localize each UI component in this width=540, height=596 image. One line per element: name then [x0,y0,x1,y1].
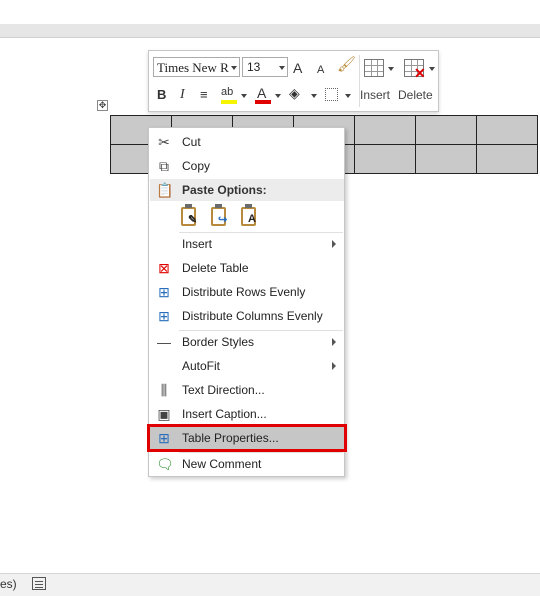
table-cell[interactable] [476,144,538,174]
font-color-icon[interactable]: A [257,85,266,101]
proofing-icon[interactable] [32,577,46,590]
font-color-swatch [255,100,271,104]
insert-caption-icon: ▣ [157,406,171,422]
distribute-rows-icon: ⊞ [158,284,170,300]
scissors-icon: ✂ [158,134,170,150]
paste-options-label: Paste Options: [182,183,267,197]
menu-item-label: Insert Caption... [182,407,267,421]
chevron-down-icon[interactable] [279,66,285,70]
menu-item-copy[interactable]: ⧉ Copy [150,154,344,178]
comment-icon: 🗨 [156,456,174,472]
delete-button-label[interactable]: Delete [398,88,433,102]
chevron-down-icon[interactable] [345,94,351,98]
menu-item-label: AutoFit [182,359,221,373]
table-cell[interactable] [476,115,538,145]
title-area [0,0,540,25]
menu-item-insert-caption[interactable]: ▣ Insert Caption... [150,402,344,426]
menu-item-cut[interactable]: ✂ Cut [150,130,344,154]
font-name-value: Times New Rc [157,60,229,75]
chevron-down-icon[interactable] [429,67,435,71]
center-align-icon[interactable]: ≡ [200,87,208,103]
chevron-down-icon[interactable] [231,66,237,70]
submenu-arrow-icon [332,338,336,346]
paste-merge-formatting-icon[interactable]: ↪ [209,204,229,228]
copy-icon: ⧉ [159,158,169,174]
chevron-down-icon[interactable] [241,94,247,98]
mini-toolbar: Times New Rc 13 A A 🖌 B I ≡ ab A ◈ Inser… [148,50,439,112]
shading-icon[interactable]: ◈ [289,85,300,101]
paste-text-only-icon[interactable]: A [239,204,259,228]
menu-item-border-styles[interactable]: — Border Styles [150,330,344,354]
menu-item-new-comment[interactable]: 🗨 New Comment [150,452,344,476]
table-cell[interactable] [354,144,416,174]
menu-item-delete-table[interactable]: ⊠ Delete Table [150,256,344,280]
chevron-down-icon[interactable] [275,94,281,98]
text-direction-icon: ⫼ [160,382,168,398]
menu-item-label: Text Direction... [182,383,265,397]
menu-item-label: Delete Table [182,261,249,275]
insert-button-label[interactable]: Insert [360,88,390,102]
menu-item-label: Cut [182,135,201,149]
highlight-swatch [221,100,237,104]
submenu-arrow-icon [332,362,336,370]
font-size-combobox[interactable]: 13 [242,57,288,77]
menu-item-label: Insert [182,237,213,251]
menu-item-autofit[interactable]: AutoFit [150,354,344,378]
menu-item-distribute-rows[interactable]: ⊞ Distribute Rows Evenly [150,280,344,304]
grow-font-icon[interactable]: A [293,60,302,76]
delete-table-icon: ⊠ [158,260,170,276]
menu-item-label: Distribute Columns Evenly [182,309,323,323]
menu-item-label: New Comment [182,457,262,471]
menu-item-distribute-columns[interactable]: ⊞ Distribute Columns Evenly [150,304,344,328]
italic-icon[interactable]: I [180,87,185,103]
menu-item-insert[interactable]: Insert [150,232,344,256]
paste-options-header: 📋 Paste Options: [150,179,344,201]
format-painter-icon[interactable]: 🖌 [337,57,356,73]
shrink-font-icon[interactable]: A [317,62,324,78]
status-bar: es) [0,573,540,596]
distribute-columns-icon: ⊞ [158,308,170,324]
menu-item-label: Copy [182,159,211,173]
status-page-count: es) [0,577,17,591]
submenu-arrow-icon [332,240,336,248]
border-line-icon: — [157,334,171,350]
bold-icon[interactable]: B [157,87,166,103]
font-size-value: 13 [247,60,261,74]
table-move-handle-icon[interactable]: ✥ [97,100,108,111]
menu-item-label: Distribute Rows Evenly [182,285,306,299]
table-cell[interactable] [354,115,416,145]
delete-x-icon: ✕ [414,65,426,81]
menu-item-text-direction[interactable]: ⫼ Text Direction... [150,378,344,402]
highlight-color-icon[interactable]: ab [221,84,233,100]
table-cell[interactable] [415,115,477,145]
table-properties-highlight [147,424,347,452]
ribbon-edge [0,24,540,38]
chevron-down-icon[interactable] [311,94,317,98]
clipboard-icon: 📋 [156,182,174,198]
chevron-down-icon[interactable] [388,67,394,71]
paste-keep-formatting-icon[interactable]: ✎ [179,204,199,228]
font-name-combobox[interactable]: Times New Rc [153,57,240,77]
menu-item-label: Border Styles [182,335,255,349]
table-cell[interactable] [415,144,477,174]
insert-table-icon[interactable] [364,59,384,77]
borders-icon[interactable] [325,88,338,101]
